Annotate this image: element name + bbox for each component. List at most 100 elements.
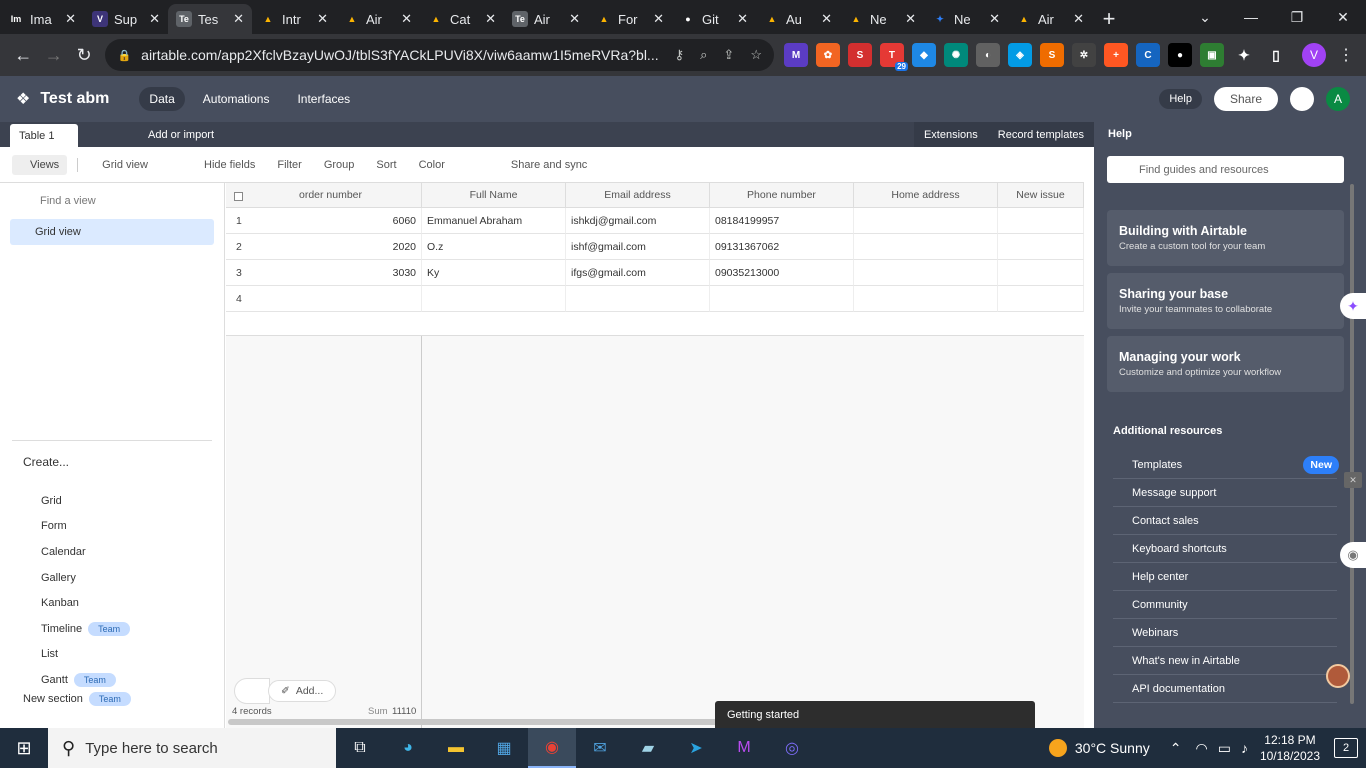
tab-close-icon[interactable]: ✕ (821, 11, 832, 27)
table-cell-phone[interactable]: 09131367062 (710, 234, 854, 260)
extensions-puzzle-icon[interactable]: ✦ (1232, 43, 1256, 67)
omnibox[interactable]: 🔒 airtable.com/app2XfclvBzayUwOJ/tblS3fY… (105, 39, 774, 71)
table-cell-name[interactable]: Ky (422, 260, 566, 286)
help-card[interactable]: Sharing your base Invite your teammates t… (1107, 273, 1344, 329)
browser-tab[interactable]: V Sup ✕ (84, 4, 168, 34)
browser-tab[interactable]: ▲ Cat ✕ (420, 4, 504, 34)
extension-icon[interactable]: ● (1167, 43, 1192, 67)
browser-tab[interactable]: ✦ Ne ✕ (924, 4, 1008, 34)
browser-tab[interactable]: ▲ Ne ✕ (840, 4, 924, 34)
table-cell-order[interactable]: 3030 (306, 260, 422, 286)
help-resource-link[interactable]: Contact sales (1113, 507, 1337, 535)
extension-icon[interactable]: S (847, 43, 872, 67)
tab-close-icon[interactable]: ✕ (737, 11, 748, 27)
share-and-sync-button[interactable]: Share and sync (511, 159, 587, 171)
extension-icon[interactable]: ◈ (1007, 43, 1032, 67)
table-cell-order[interactable]: 2020 (306, 234, 422, 260)
extension-icon[interactable]: T 29 (879, 43, 908, 71)
browser-tab[interactable]: ▲ Air ✕ (336, 4, 420, 34)
table-cell-order[interactable]: 6060 (306, 208, 422, 234)
help-resource-link[interactable]: Templates New (1113, 451, 1339, 479)
collapse-icon[interactable]: ✕ (1344, 472, 1362, 488)
browser-tab[interactable]: ● Git ✕ (672, 4, 756, 34)
bookmark-star-icon[interactable]: ☆ (750, 47, 762, 63)
tab-close-icon[interactable]: ✕ (149, 11, 160, 27)
help-resource-link[interactable]: Help center (1113, 563, 1337, 591)
battery-icon[interactable]: ▭ (1218, 740, 1231, 757)
chrome-icon[interactable]: ◉ (528, 728, 576, 768)
chat-bubble-avatar[interactable] (1326, 664, 1350, 688)
column-header[interactable]: Email address (566, 183, 710, 208)
create-view-kanban[interactable]: Kanban (41, 597, 79, 609)
getting-started-panel[interactable]: Getting started (715, 701, 1035, 728)
share-button[interactable]: Share (1213, 87, 1278, 111)
sort-button[interactable]: Sort (376, 159, 396, 171)
create-view-gallery[interactable]: Gallery (41, 572, 76, 584)
tab-close-icon[interactable]: ✕ (905, 11, 916, 27)
zoom-icon[interactable]: ⌕ (700, 47, 707, 63)
table-cell-home[interactable] (854, 260, 998, 286)
notification-center-icon[interactable]: 2 (1334, 738, 1358, 758)
tab-close-icon[interactable]: ✕ (233, 11, 244, 27)
tab-close-icon[interactable]: ✕ (317, 11, 328, 27)
file-explorer-icon[interactable]: ▬ (432, 728, 480, 768)
column-header[interactable]: Phone number (710, 183, 854, 208)
volume-icon[interactable]: ♪ (1241, 740, 1248, 756)
extension-icon[interactable]: S (1039, 43, 1064, 67)
table-cell-name[interactable]: Emmanuel Abraham (422, 208, 566, 234)
back-button[interactable]: ← (8, 39, 38, 71)
tab-close-icon[interactable]: ✕ (65, 11, 76, 27)
help-resource-link[interactable]: What's new in Airtable (1113, 647, 1337, 675)
help-card[interactable]: Managing your work Customize and optimize… (1107, 336, 1344, 392)
create-view-grid[interactable]: Grid (41, 495, 62, 507)
record-templates-button[interactable]: Record templates (988, 122, 1094, 147)
task-view-icon[interactable]: ⧉ (336, 728, 384, 768)
table-cell-email[interactable] (566, 286, 710, 312)
key-icon[interactable]: ⚷ (675, 47, 685, 63)
row-number[interactable]: 1 (226, 208, 306, 234)
edge-icon[interactable]: ◕ (384, 728, 432, 768)
lock-icon[interactable]: 🔒 (117, 49, 131, 62)
help-resource-link[interactable]: Community (1113, 591, 1337, 619)
extension-icon[interactable]: ✺ (943, 43, 968, 67)
browser-tab[interactable]: Te Air ✕ (504, 4, 588, 34)
hide-fields-button[interactable]: Hide fields (204, 159, 255, 171)
tray-chevron-icon[interactable]: ⌃ (1170, 740, 1182, 757)
browser-tab[interactable]: Te Tes ✕ (168, 4, 252, 34)
nav-tab-interfaces[interactable]: Interfaces (287, 87, 360, 111)
tab-close-icon[interactable]: ✕ (401, 11, 412, 27)
extension-icon[interactable]: ◆ (911, 43, 936, 67)
table-cell-issue[interactable] (998, 208, 1084, 234)
table-cell-email[interactable]: ishf@gmail.com (566, 234, 710, 260)
extension-icon[interactable]: C (1135, 43, 1160, 67)
table-cell-order[interactable] (306, 286, 422, 312)
extension-icon[interactable]: + (1103, 43, 1128, 67)
telegram-icon[interactable]: ➤ (672, 728, 720, 768)
table-cell-phone[interactable]: 09035213000 (710, 260, 854, 286)
tab-search-icon[interactable]: ⌄ (1182, 0, 1228, 34)
app-m-icon[interactable]: M (720, 728, 768, 768)
extension-icon[interactable]: ✿ (815, 43, 840, 67)
column-header[interactable]: order number (226, 183, 422, 208)
table-cell-name[interactable] (422, 286, 566, 312)
browser-tab[interactable]: ▲ For ✕ (588, 4, 672, 34)
new-section-button[interactable]: New section Team (23, 692, 131, 706)
profile-avatar[interactable]: V (1301, 43, 1326, 67)
add-or-import-button[interactable]: Add or import (148, 122, 214, 147)
browser-tab[interactable]: Im Ima ✕ (0, 4, 84, 34)
row-number[interactable]: 4 (226, 286, 306, 312)
browser-tab[interactable]: ▲ Intr ✕ (252, 4, 336, 34)
base-name[interactable]: Test abm (40, 90, 109, 108)
extension-icon[interactable]: ✲ (1071, 43, 1096, 67)
table-cell-home[interactable] (854, 286, 998, 312)
chrome-menu-icon[interactable]: ⋮ (1334, 45, 1358, 65)
table-cell-issue[interactable] (998, 234, 1084, 260)
tab-close-icon[interactable]: ✕ (653, 11, 664, 27)
filter-button[interactable]: Filter (277, 159, 301, 171)
nav-tab-automations[interactable]: Automations (193, 87, 280, 111)
side-panel-icon[interactable]: ▯ (1264, 43, 1288, 67)
table-tab[interactable]: Table 1 (10, 124, 78, 147)
clock[interactable]: 12:18 PM 10/18/2023 (1260, 732, 1320, 764)
help-resource-link[interactable]: Message support (1113, 479, 1337, 507)
color-button[interactable]: Color (419, 159, 445, 171)
